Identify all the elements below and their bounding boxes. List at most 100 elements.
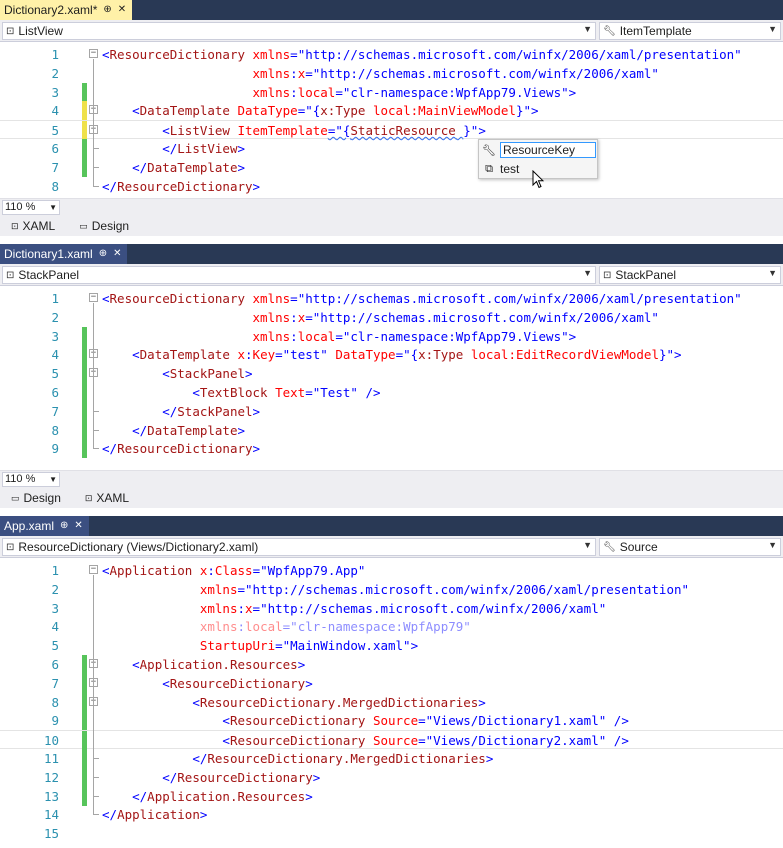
view-tab-design[interactable]: ▭ Design	[76, 219, 132, 233]
navigation-bar: ⊡ StackPanel ▼ ⊡ StackPanel ▼	[0, 264, 783, 286]
zoom-dropdown[interactable]: 110 % ▼	[2, 200, 60, 215]
code-line[interactable]: 3 xmlns:x="http://schemas.microsoft.com/…	[0, 599, 783, 618]
code-text: StartupUri="MainWindow.xaml">	[199, 638, 419, 654]
code-text: xmlns:x="http://schemas.microsoft.com/wi…	[199, 600, 607, 616]
code-line[interactable]: 2 xmlns:x="http://schemas.microsoft.com/…	[0, 308, 783, 327]
code-line[interactable]: 5 StartupUri="MainWindow.xaml">	[0, 636, 783, 655]
member-dropdown-value: Source	[619, 540, 658, 554]
code-line[interactable]: 15	[0, 824, 783, 843]
element-dropdown-value: ResourceDictionary (Views/Dictionary2.xa…	[18, 540, 259, 554]
navigation-bar: ⊡ ListView ▼ 🔧︎ ItemTemplate ▼	[0, 20, 783, 42]
code-line[interactable]: 1 − <Application x:Class="WpfApp79.App"	[0, 561, 783, 580]
element-dropdown[interactable]: ⊡ ListView ▼	[2, 22, 596, 40]
close-icon[interactable]: ✕	[74, 521, 82, 531]
code-line[interactable]: 1 − <ResourceDictionary xmlns="http://sche…	[0, 289, 783, 308]
pin-icon[interactable]: ⊕	[103, 5, 111, 15]
code-line[interactable]: 8 </DataTemplate>	[0, 420, 783, 440]
code-line[interactable]: 5− <ListView ItemTemplate="{StaticResour…	[0, 120, 783, 141]
code-text: </DataTemplate>	[132, 422, 246, 438]
code-line[interactable]: 1 − <ResourceDictionary xmlns="http://sche…	[0, 45, 783, 64]
code-text: xmlns:local="clr-namespace:WpfApp79.View…	[252, 328, 577, 344]
code-line[interactable]: 9 </ResourceDictionary>	[0, 439, 783, 459]
code-line[interactable]: 8 </ResourceDictionary>	[0, 177, 783, 196]
document-tab-dictionary1[interactable]: Dictionary1.xaml ⊕ ✕	[0, 244, 128, 264]
element-dropdown[interactable]: ⊡ StackPanel ▼	[2, 266, 596, 284]
code-line[interactable]: 10 <ResourceDictionary Source="Views/Dic…	[0, 730, 783, 751]
code-editor[interactable]: 1 − <Application x:Class="WpfApp79.App" 2 x…	[0, 558, 783, 848]
code-text: <ResourceDictionary>	[162, 675, 313, 691]
outline-guide-end	[93, 410, 99, 412]
pin-icon[interactable]: ⊕	[99, 249, 107, 259]
code-line[interactable]: 6 </ListView>	[0, 139, 783, 158]
line-number: 13	[43, 788, 59, 804]
saved-change-marker	[82, 383, 87, 402]
chevron-down-icon: ▼	[768, 268, 777, 278]
code-line[interactable]: 9 <ResourceDictionary Source="Views/Dict…	[0, 711, 783, 731]
code-text: <ResourceDictionary xmlns="http://schema…	[102, 291, 742, 306]
collapse-icon[interactable]: −	[89, 565, 98, 574]
code-line[interactable]: 4− <DataTemplate x:Key="test" DataType="…	[0, 345, 783, 365]
editor-pane-dictionary2: Dictionary2.xaml* ⊕ ✕ ⊡ ListView ▼ 🔧︎ It…	[0, 0, 783, 238]
line-number: 5	[51, 366, 59, 382]
code-text: </Application.Resources>	[132, 788, 313, 804]
member-dropdown[interactable]: 🔧︎ Source ▼	[599, 538, 781, 556]
element-icon: ⊡	[6, 269, 15, 281]
document-tab-strip: Dictionary2.xaml* ⊕ ✕	[0, 0, 783, 20]
code-line[interactable]: 3 xmlns:local="clr-namespace:WpfApp79.Vi…	[0, 82, 783, 102]
code-line[interactable]: 4− <DataTemplate DataType="{x:Type local…	[0, 101, 783, 121]
line-number: 14	[43, 807, 59, 823]
view-tab-xaml[interactable]: ⊡ XAML	[82, 491, 132, 505]
collapse-icon[interactable]: −	[89, 293, 98, 302]
document-tab-strip: Dictionary1.xaml ⊕ ✕	[0, 244, 783, 264]
code-line[interactable]: 8− <ResourceDictionary.MergedDictionarie…	[0, 692, 783, 712]
code-line[interactable]: 12 </ResourceDictionary>	[0, 767, 783, 787]
code-line[interactable]: 6− <Application.Resources>	[0, 655, 783, 674]
completion-item-test[interactable]: ⧉ test	[482, 160, 519, 178]
saved-change-marker	[82, 711, 87, 731]
code-editor[interactable]: 1 − <ResourceDictionary xmlns="http://sche…	[0, 286, 783, 468]
code-line[interactable]: 11 </ResourceDictionary.MergedDictionari…	[0, 749, 783, 768]
view-tab-label: XAML	[22, 219, 56, 233]
code-text: </Application>	[102, 807, 208, 823]
code-line[interactable]: 2 xmlns="http://schemas.microsoft.com/wi…	[0, 580, 783, 599]
wrench-icon: 🔧︎	[603, 541, 616, 553]
code-line[interactable]: 13 </Application.Resources>	[0, 786, 783, 806]
line-number: 7	[51, 159, 59, 175]
close-icon[interactable]: ✕	[118, 5, 126, 15]
code-line[interactable]: 6 <TextBlock Text="Test" />	[0, 383, 783, 402]
view-tab-xaml[interactable]: ⊡ XAML	[8, 219, 58, 233]
saved-change-marker	[82, 749, 87, 768]
design-icon: ▭	[79, 220, 88, 231]
completion-item-resourcekey[interactable]: 🔧︎ ResourceKey	[482, 141, 596, 159]
document-tab-dictionary2[interactable]: Dictionary2.xaml* ⊕ ✕	[0, 0, 133, 20]
code-line[interactable]: 14 </Application>	[0, 805, 783, 824]
tab-title: Dictionary2.xaml*	[4, 3, 98, 17]
code-line[interactable]: 7 </StackPanel>	[0, 401, 783, 421]
code-line[interactable]: 7 </DataTemplate>	[0, 157, 783, 177]
outline-guide	[93, 706, 94, 758]
zoom-dropdown[interactable]: 110 % ▼	[2, 472, 60, 487]
code-line[interactable]: 3 xmlns:local="clr-namespace:WpfApp79.Vi…	[0, 326, 783, 346]
xaml-icon: ⊡	[11, 220, 19, 231]
code-line[interactable]: 4 xmlns:local="clr-namespace:WpfApp79"	[0, 617, 783, 636]
zoom-level: 110 %	[5, 201, 36, 213]
code-line[interactable]: 2 xmlns:x="http://schemas.microsoft.com/…	[0, 64, 783, 83]
code-editor[interactable]: 1 − <ResourceDictionary xmlns="http://sche…	[0, 42, 783, 198]
document-tab-strip: App.xaml ⊕ ✕	[0, 516, 783, 536]
view-tab-design[interactable]: ▭ Design	[8, 491, 64, 505]
member-dropdown[interactable]: 🔧︎ ItemTemplate ▼	[599, 22, 781, 40]
close-icon[interactable]: ✕	[113, 249, 121, 259]
member-dropdown-value: ItemTemplate	[619, 24, 692, 38]
member-dropdown[interactable]: ⊡ StackPanel ▼	[599, 266, 781, 284]
code-line[interactable]: 5− <StackPanel>	[0, 364, 783, 384]
outline-guide-end	[93, 166, 99, 168]
pin-icon[interactable]: ⊕	[60, 521, 68, 531]
line-number: 3	[51, 328, 59, 344]
collapse-icon[interactable]: −	[89, 49, 98, 58]
outline-guide	[93, 134, 94, 148]
code-line[interactable]: 7− <ResourceDictionary>	[0, 673, 783, 693]
line-number: 8	[51, 178, 59, 194]
wrench-icon: 🔧︎	[603, 25, 616, 37]
document-tab-app[interactable]: App.xaml ⊕ ✕	[0, 516, 89, 536]
element-dropdown[interactable]: ⊡ ResourceDictionary (Views/Dictionary2.…	[2, 538, 596, 556]
